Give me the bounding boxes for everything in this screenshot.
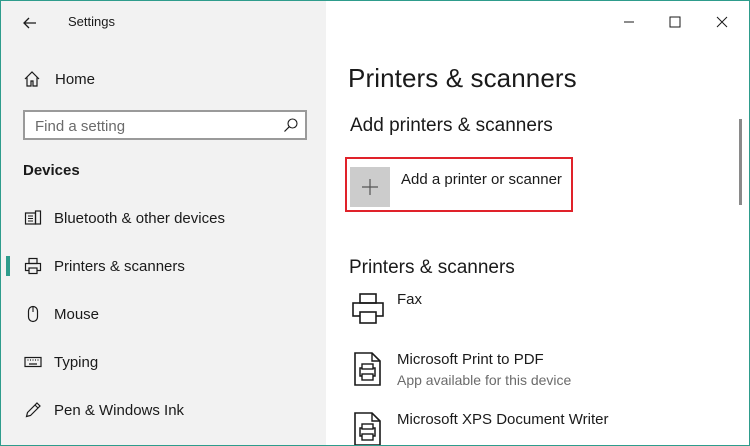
sidebar-item-label: Pen & Windows Ink (54, 401, 185, 419)
keyboard-icon (24, 353, 42, 371)
mouse-icon (24, 305, 42, 323)
maximize-button[interactable] (659, 9, 691, 35)
back-arrow-icon (23, 17, 36, 29)
close-button[interactable] (706, 9, 738, 35)
maximize-icon (669, 16, 681, 28)
home-icon (24, 71, 40, 87)
sidebar-item-mouse[interactable]: Mouse (1, 294, 326, 334)
add-printer-label[interactable]: Add a printer or scanner (401, 171, 562, 188)
sidebar: Settings Home Devices Bluetooth & other … (1, 1, 326, 445)
sidebar-item-label: Printers & scanners (54, 257, 185, 275)
sidebar-item-pen[interactable]: Pen & Windows Ink (1, 390, 326, 430)
sidebar-item-bluetooth[interactable]: Bluetooth & other devices (1, 198, 326, 238)
minimize-icon (624, 21, 634, 23)
sidebar-item-label: Mouse (54, 305, 100, 323)
xps-printer-icon (354, 412, 381, 445)
app-title: Settings (68, 14, 115, 29)
printer-status: App available for this device (397, 372, 572, 388)
scrollbar[interactable] (739, 119, 742, 205)
close-icon (716, 16, 728, 28)
plus-icon (362, 179, 378, 195)
printer-name: Microsoft Print to PDF (397, 351, 544, 368)
printer-name: Fax (397, 291, 423, 308)
sidebar-item-label: Typing (54, 353, 99, 371)
main-content: Printers & scanners Add printers & scann… (326, 1, 749, 445)
printer-name: Microsoft XPS Document Writer (397, 411, 609, 428)
search-icon[interactable] (283, 117, 299, 133)
printer-item-fax[interactable]: Fax (350, 291, 730, 341)
printers-list-title: Printers & scanners (349, 257, 515, 278)
section-title-devices: Devices (23, 162, 80, 179)
sidebar-home[interactable]: Home (23, 67, 95, 91)
page-title: Printers & scanners (348, 63, 577, 93)
pdf-printer-icon (354, 352, 381, 386)
settings-window: Settings Home Devices Bluetooth & other … (0, 0, 750, 446)
sidebar-item-printers[interactable]: Printers & scanners (1, 246, 326, 286)
add-printer-button[interactable] (350, 167, 390, 207)
back-button[interactable] (15, 11, 45, 35)
pen-icon (24, 401, 42, 419)
add-section-title: Add printers & scanners (350, 115, 553, 136)
selected-indicator (6, 256, 10, 276)
bluetooth-devices-icon (24, 209, 42, 227)
search-input[interactable] (35, 116, 275, 136)
sidebar-item-typing[interactable]: Typing (1, 342, 326, 382)
printer-icon (24, 257, 42, 275)
sidebar-item-label: Bluetooth & other devices (54, 209, 225, 227)
home-label: Home (55, 70, 96, 88)
printer-item-pdf[interactable]: Microsoft Print to PDF App available for… (350, 351, 730, 401)
minimize-button[interactable] (613, 9, 645, 35)
printer-item-xps[interactable]: Microsoft XPS Document Writer (350, 411, 730, 445)
search-box[interactable] (23, 110, 307, 140)
fax-printer-icon (352, 293, 384, 324)
